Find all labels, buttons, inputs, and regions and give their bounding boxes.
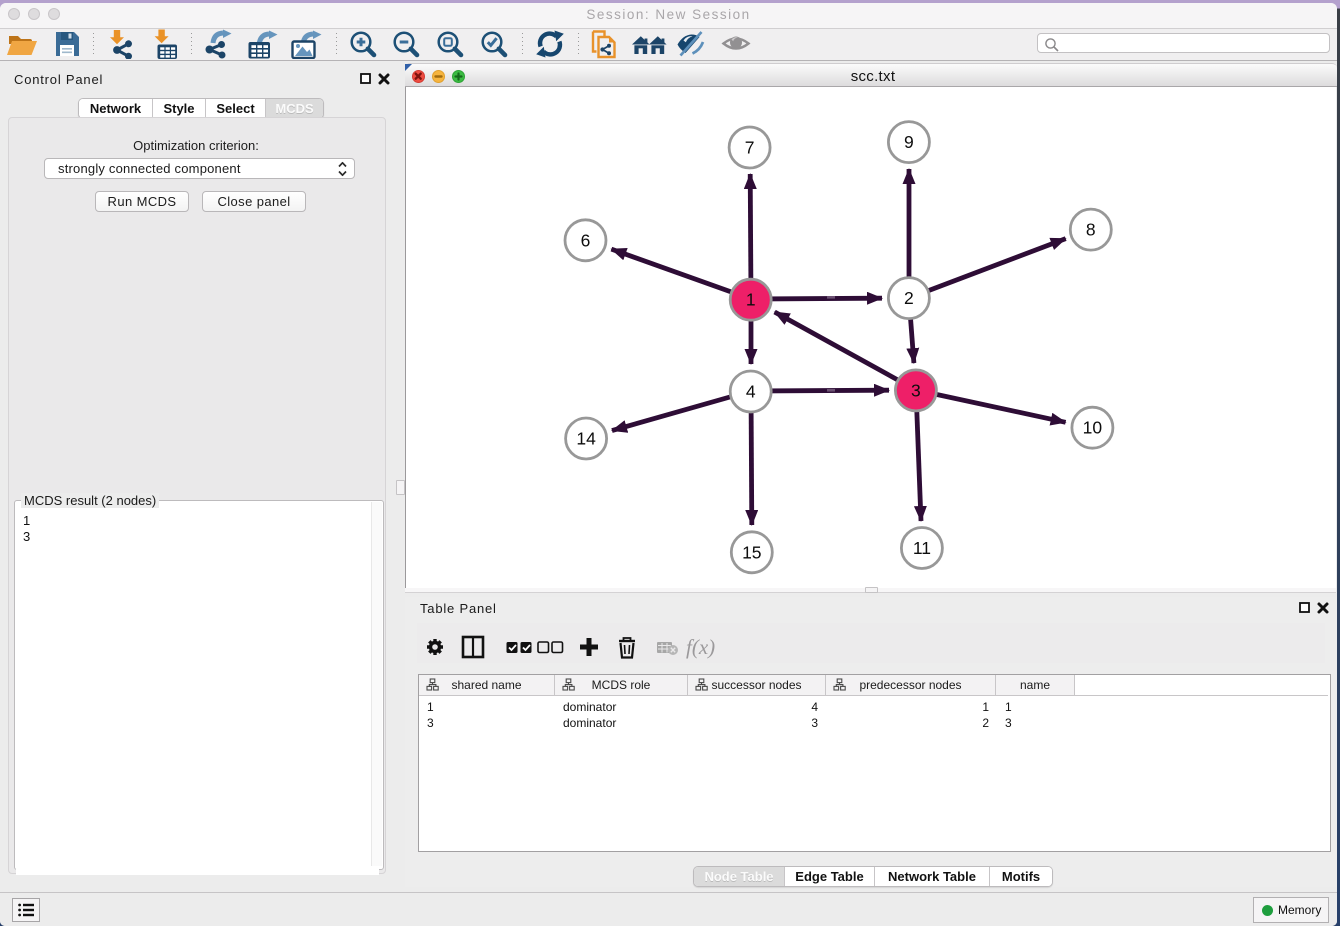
- svg-text:7: 7: [745, 138, 755, 158]
- svg-text:4: 4: [746, 382, 756, 402]
- svg-text:15: 15: [742, 542, 761, 562]
- svg-text:3: 3: [911, 380, 921, 400]
- svg-text:14: 14: [576, 429, 596, 449]
- svg-text:8: 8: [1086, 220, 1096, 240]
- svg-text:6: 6: [581, 230, 591, 250]
- svg-text:11: 11: [913, 538, 931, 558]
- svg-text:9: 9: [904, 132, 914, 152]
- svg-text:2: 2: [904, 288, 914, 308]
- svg-text:10: 10: [1083, 418, 1103, 438]
- svg-text:f(x): f(x): [686, 635, 715, 659]
- svg-text:1: 1: [746, 290, 756, 310]
